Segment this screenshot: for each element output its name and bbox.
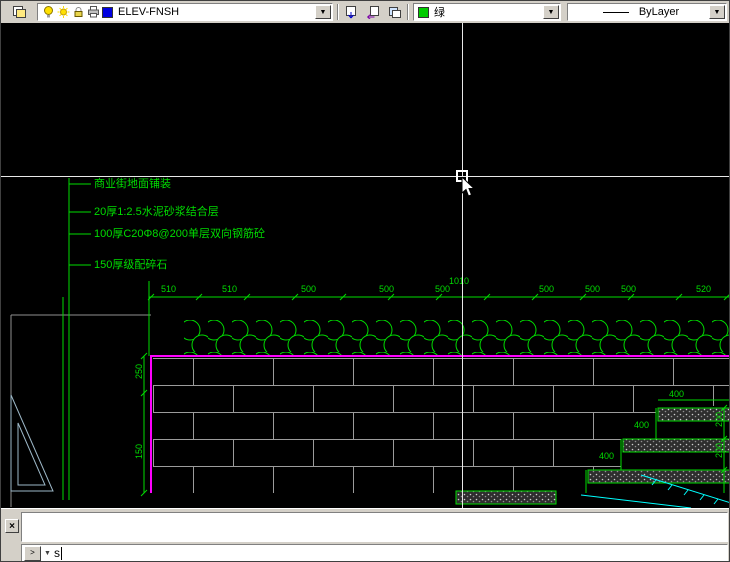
layer-states-button[interactable] (385, 3, 405, 21)
layer-color-swatch (102, 7, 113, 18)
linetype-name: ByLayer (639, 6, 679, 18)
dim-label: 500 (621, 285, 636, 294)
dim-label-vertical: 200 (715, 412, 724, 427)
linetype-sample (603, 12, 629, 13)
annotation-note: 100厚C20Φ8@200单层双向钢筋砼 (94, 228, 265, 240)
linetype-combo[interactable]: ByLayer ▼ (567, 3, 727, 21)
sheet-arrow-left-icon (366, 5, 380, 19)
make-layer-current-button[interactable] (341, 3, 361, 21)
toolbar-separator (407, 4, 409, 20)
dim-label: 500 (379, 285, 394, 294)
dim-label-vertical: 250 (135, 364, 144, 379)
command-input-row[interactable]: > ▼ s (21, 544, 728, 562)
linetype-combo-arrow[interactable]: ▼ (709, 5, 725, 19)
color-name: 绿 (434, 4, 445, 20)
crosshair-vertical (462, 23, 463, 508)
cursor-arrow (461, 177, 477, 199)
color-combo[interactable]: 绿 ▼ (413, 3, 561, 21)
layer-freeze-sun-icon (57, 5, 70, 19)
command-prompt-icon[interactable]: > (24, 546, 41, 561)
color-combo-arrow[interactable]: ▼ (543, 5, 559, 19)
sheets-stack-icon (388, 5, 402, 19)
toolbar: ELEV-FNSH ▼ 绿 ▼ (1, 1, 729, 24)
dim-label: 1010 (449, 277, 469, 286)
layer-name: ELEV-FNSH (118, 6, 179, 18)
command-window: × 正在重生成模型。 命令: R REDRAW > ▼ s (1, 508, 730, 562)
annotation-note: 150厚级配碎石 (94, 259, 167, 271)
dim-label: 400 (669, 390, 684, 399)
layer-properties-button[interactable] (5, 3, 33, 21)
layer-lock-icon (72, 5, 85, 19)
command-input[interactable]: s (54, 546, 62, 560)
dim-label: 400 (599, 452, 614, 461)
layer-combo[interactable]: ELEV-FNSH ▼ (37, 3, 333, 21)
dim-label: 500 (435, 285, 450, 294)
annotation-note: 商业街地面铺装 (94, 178, 171, 190)
recent-commands-dropdown-icon[interactable]: ▼ (44, 550, 51, 557)
dim-label: 510 (222, 285, 237, 294)
sheet-arrow-down-icon (344, 5, 358, 19)
text-caret (61, 547, 62, 560)
layer-previous-button[interactable] (363, 3, 383, 21)
drawing-area[interactable]: 商业街地面铺装 20厚1:2.5水泥砂浆结合层 100厚C20Φ8@200单层双… (1, 23, 730, 508)
dim-label: 400 (634, 421, 649, 430)
toolbar-separator (337, 4, 339, 20)
command-input-text: s (54, 546, 60, 560)
command-history[interactable]: 正在重生成模型。 命令: R REDRAW (21, 512, 728, 542)
color-swatch (418, 7, 429, 18)
autocad-window: ELEV-FNSH ▼ 绿 ▼ (0, 0, 730, 562)
dim-label: 500 (539, 285, 554, 294)
layer-combo-arrow[interactable]: ▼ (315, 5, 331, 19)
dim-label: 510 (161, 285, 176, 294)
dim-label: 500 (585, 285, 600, 294)
annotation-note: 20厚1:2.5水泥砂浆结合层 (94, 206, 219, 218)
layers-icon (12, 5, 27, 19)
crosshair-horizontal (1, 176, 730, 177)
dim-label-vertical: 200 (715, 443, 724, 458)
dim-label: 520 (696, 285, 711, 294)
dim-label: 500 (301, 285, 316, 294)
dim-label-vertical: 150 (135, 444, 144, 459)
layer-on-bulb-icon (42, 5, 55, 19)
command-close-button[interactable]: × (5, 519, 19, 533)
layer-plot-printer-icon (87, 5, 100, 19)
